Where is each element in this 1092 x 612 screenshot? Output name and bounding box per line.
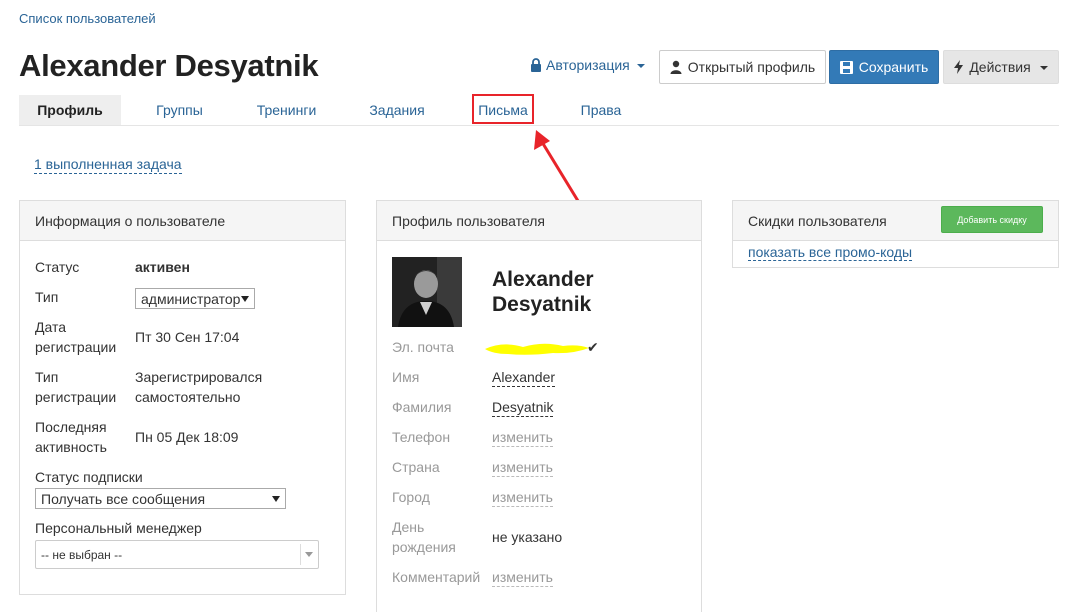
subscription-label: Статус подписки [35, 469, 143, 485]
type-label: Тип [35, 289, 59, 305]
email-redaction-mark [485, 343, 589, 355]
city-label: Город [392, 489, 430, 505]
user-profile-panel-title: Профиль пользователя [377, 201, 701, 241]
select-arrow-icon [241, 295, 249, 302]
reg-type-value-1: Зарегистрировался [135, 369, 263, 385]
city-edit-link[interactable]: изменить [492, 488, 553, 507]
first-name-value[interactable]: Alexander [492, 368, 556, 387]
user-icon [670, 60, 682, 74]
user-discounts-panel-title: Скидки пользователя [748, 213, 887, 229]
tab-rights[interactable]: Права [569, 95, 633, 125]
open-profile-button[interactable]: Открытый профиль [659, 50, 826, 84]
comment-label: Комментарий [392, 569, 481, 585]
first-name-label: Имя [392, 369, 420, 385]
completed-tasks-link[interactable]: 1 выполненная задача [34, 156, 182, 174]
reg-type-label-1: Тип [35, 369, 59, 385]
save-button[interactable]: Сохранить [829, 50, 939, 84]
tab-trainings[interactable]: Тренинги [244, 95, 329, 125]
subscription-select-value: Получать все сообщения [41, 490, 206, 507]
phone-edit-link[interactable]: изменить [492, 428, 553, 447]
lock-icon [531, 58, 541, 72]
profile-name: Alexander Desyatnik [492, 267, 594, 317]
page-title: Alexander Desyatnik [19, 48, 319, 83]
actions-label: Действия [969, 59, 1031, 75]
open-profile-label: Открытый профиль [687, 59, 816, 75]
tab-groups[interactable]: Группы [140, 95, 219, 125]
email-label: Эл. почта [392, 339, 454, 355]
user-type-select-value: администратор [141, 290, 241, 307]
last-name-value[interactable]: Desyatnik [492, 398, 554, 417]
avatar-photo [392, 257, 462, 327]
floppy-disk-icon [839, 60, 853, 74]
last-name-label: Фамилия [392, 399, 452, 415]
manager-label: Персональный менеджер [35, 520, 202, 536]
user-info-panel: Информация о пользователе Статус активен… [19, 200, 346, 595]
profile-last-name-heading: Desyatnik [492, 293, 592, 316]
profile-first-name-heading: Alexander [492, 268, 594, 291]
save-label: Сохранить [858, 59, 929, 75]
add-discount-button[interactable]: Добавить скидку [941, 206, 1043, 233]
manager-select[interactable]: -- не выбран -- [35, 540, 319, 569]
last-activity-value: Пн 05 Дек 18:09 [135, 429, 239, 445]
comment-edit-link[interactable]: изменить [492, 568, 553, 587]
birthday-label-1: День [392, 519, 425, 535]
authorization-dropdown[interactable]: Авторизация [530, 57, 645, 73]
breadcrumb-users-list[interactable]: Список пользователей [19, 11, 156, 26]
user-profile-panel: Профиль пользователя Alexander Desyatnik… [376, 200, 702, 612]
lightning-icon [954, 60, 964, 74]
authorization-label: Авторизация [546, 57, 630, 73]
user-type-select[interactable]: администратор [135, 288, 255, 309]
caret-down-icon [1039, 66, 1048, 70]
status-label: Статус [35, 259, 80, 275]
reg-date-label-2: регистрации [35, 339, 117, 355]
manager-select-value: -- не выбран -- [41, 547, 123, 562]
user-discounts-panel: Скидки пользователя Добавить скидку пока… [732, 200, 1059, 268]
user-info-panel-title: Информация о пользователе [20, 201, 345, 241]
reg-date-value: Пт 30 Сен 17:04 [135, 329, 240, 345]
select-arrow-icon [272, 495, 280, 502]
country-label: Страна [392, 459, 440, 475]
tab-tasks[interactable]: Задания [357, 95, 437, 125]
check-icon: ✔ [587, 339, 599, 355]
user-discounts-panel-header: Скидки пользователя Добавить скидку [733, 201, 1058, 241]
birthday-label-2: рождения [392, 539, 456, 555]
phone-label: Телефон [392, 429, 451, 445]
profile-tabs: Профиль Группы Тренинги Задания Письма П… [19, 95, 1059, 126]
select-arrow-icon [305, 551, 313, 557]
reg-date-label-1: Дата [35, 319, 67, 335]
show-promo-codes-link[interactable]: показать все промо-коды [748, 244, 913, 261]
annotation-highlight-box [472, 94, 534, 124]
status-value: активен [135, 259, 190, 275]
reg-type-value-2: самостоятельно [135, 389, 241, 405]
tab-profile[interactable]: Профиль [19, 95, 121, 125]
actions-dropdown-button[interactable]: Действия [943, 50, 1059, 84]
avatar [392, 257, 462, 327]
last-activity-label-1: Последняя [35, 419, 107, 435]
last-activity-label-2: активность [35, 439, 107, 455]
country-edit-link[interactable]: изменить [492, 458, 553, 477]
caret-down-icon [636, 64, 645, 68]
birthday-value: не указано [492, 529, 563, 545]
reg-type-label-2: регистрации [35, 389, 117, 405]
subscription-select[interactable]: Получать все сообщения [35, 488, 286, 509]
select-divider [300, 544, 301, 565]
